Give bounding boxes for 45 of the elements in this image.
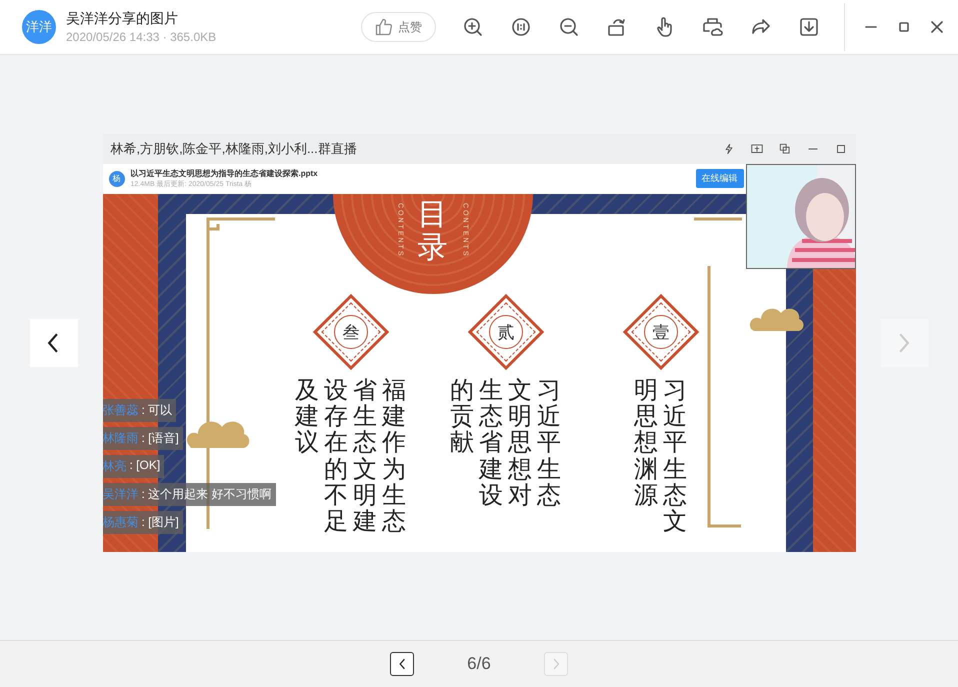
page-counter: 6/6 — [466, 654, 492, 674]
message-text: : [OK] — [130, 458, 160, 474]
printer-icon[interactable] — [701, 15, 725, 39]
actual-size-icon[interactable] — [509, 15, 533, 39]
message-text: : 这个用起来 好不习惯啊 — [142, 486, 272, 502]
download-icon[interactable] — [797, 15, 821, 39]
pin-screen-icon[interactable] — [750, 142, 764, 156]
copy-icon[interactable] — [778, 142, 792, 156]
window-title: 吴洋洋分享的图片 — [66, 10, 179, 28]
topic-numeral: 贰 — [488, 314, 522, 348]
like-button[interactable]: 点赞 — [361, 12, 436, 42]
sender-name: 杨惠菊 — [102, 514, 138, 530]
file-avatar: 杨 — [108, 170, 124, 186]
chevron-right-icon — [552, 658, 560, 670]
previous-page-button[interactable] — [390, 652, 414, 676]
topic-text: 及建议 — [295, 378, 319, 458]
topic-text: 明思想渊源 — [634, 378, 658, 512]
topic-text: 生态省建设 — [479, 378, 503, 510]
message-text: : [语音] — [142, 430, 179, 446]
file-name: 以习近平生态文明思想为指导的生态省建设探索.pptx — [130, 168, 319, 179]
sender-name: 张善蕊 — [102, 402, 138, 418]
sender-name: 林隆雨 — [102, 430, 138, 446]
chevron-right-icon — [898, 332, 911, 354]
topic-text: 习近平生态文 — [663, 378, 687, 536]
topic-numeral: 壹 — [644, 314, 678, 348]
topic-text: 省生态文明建 — [353, 378, 377, 536]
stream-title: 林希,方朋钦,陈金平,林隆雨,刘小利...群直播 — [110, 140, 358, 158]
message-text: : [图片] — [142, 514, 179, 530]
topic-text: 文明思想对 — [508, 378, 532, 510]
topic-text: 福建作为生态 — [382, 378, 406, 536]
thumbs-up-icon — [374, 17, 394, 37]
chevron-left-icon — [398, 658, 406, 670]
topic-text: 设存在的不足 — [324, 378, 348, 536]
image-meta: 2020/05/26 14:33 · 365.0KB — [66, 30, 216, 44]
previous-button[interactable] — [30, 318, 78, 366]
topic-text: 习近平生态 — [537, 378, 561, 510]
topic-numeral: 叁 — [334, 314, 368, 348]
sender-name: 林亮 — [102, 458, 126, 474]
message-text: : 可以 — [142, 402, 172, 418]
chevron-left-icon — [47, 332, 60, 354]
slide-title: 目录 — [418, 198, 448, 264]
sender-name: 吴洋洋 — [102, 486, 138, 502]
user-avatar: 洋洋 — [22, 10, 56, 44]
online-edit-button[interactable]: 在线编辑 — [696, 169, 744, 188]
topic-text: 的贡献 — [450, 378, 474, 458]
